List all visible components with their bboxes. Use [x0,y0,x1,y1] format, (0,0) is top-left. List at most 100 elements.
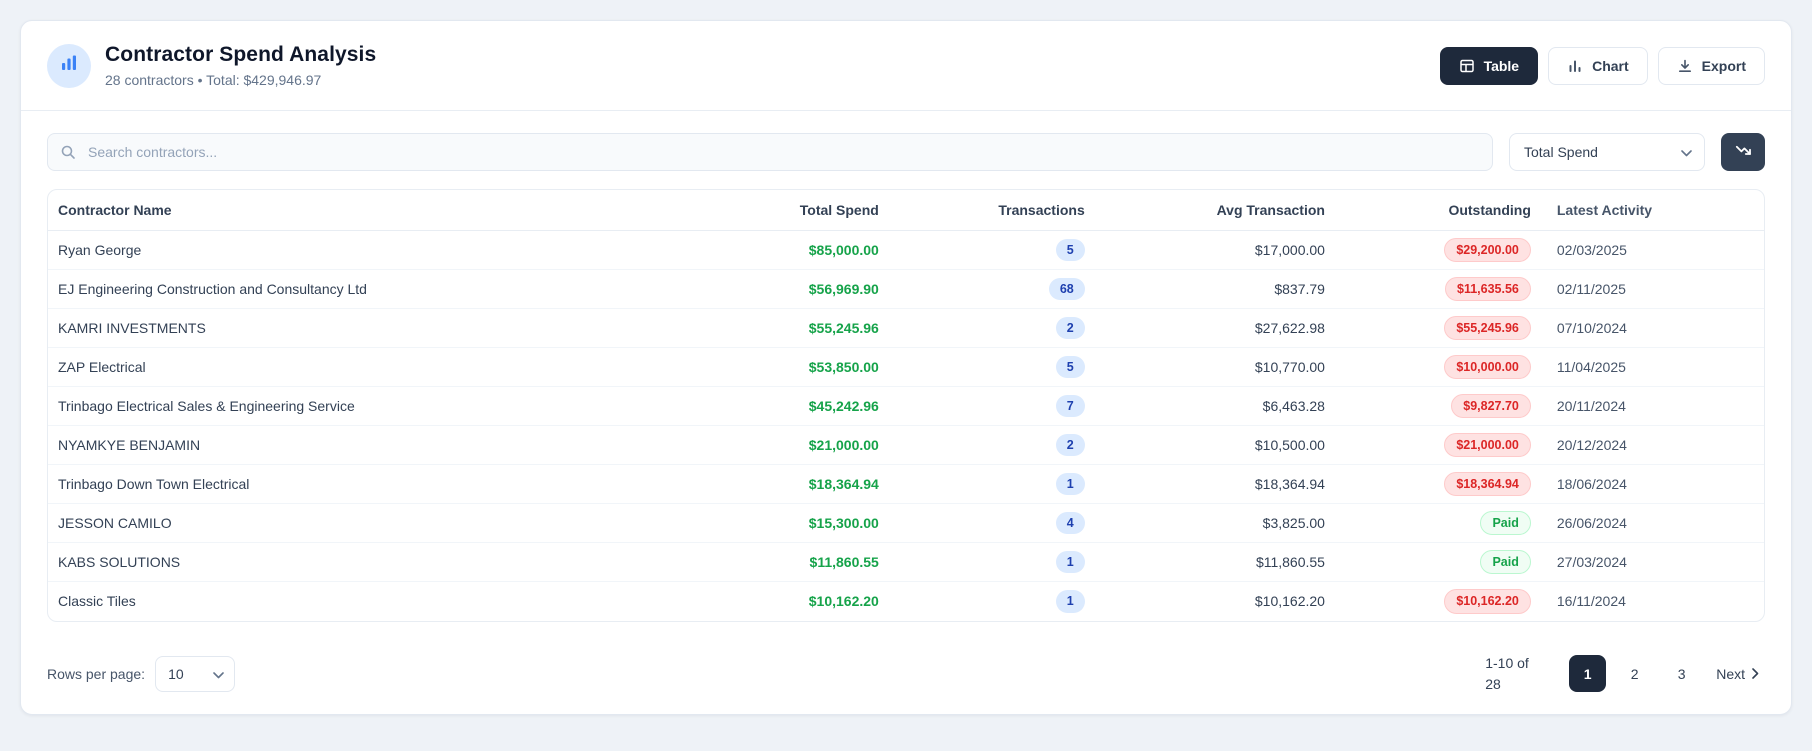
export-button[interactable]: Export [1657,46,1765,85]
outstanding-cell: $9,827.70 [1334,386,1541,426]
total-spend-cell: $11,860.55 [682,542,889,582]
latest-activity-cell: 27/03/2024 [1540,542,1764,582]
table-view-button[interactable]: Table [1439,46,1539,85]
outstanding-badge: $10,000.00 [1444,354,1531,380]
pagination: 1-10 of 28 1 2 3 Next [1485,653,1765,694]
avg-transaction-cell: $10,162.20 [1254,593,1325,610]
transactions-cell: 1 [888,464,1095,504]
table-row[interactable]: Trinbago Electrical Sales & Engineering … [48,386,1764,426]
avg-transaction-cell: $3,825.00 [1094,503,1335,543]
page-button-2[interactable]: 2 [1616,655,1653,692]
outstanding-badge: $18,364.94 [1444,471,1531,497]
column-header-transactions[interactable]: Transactions [888,190,1095,231]
total-spend-cell: $53,850.00 [682,347,889,387]
transaction-count-badge: 1 [1055,550,1085,574]
transaction-count-badge: 2 [1055,316,1085,340]
table-row[interactable]: KAMRI INVESTMENTS $55,245.96 2 $27,622.98 $5… [48,308,1764,348]
outstanding-badge: $55,245.96 [1444,315,1531,341]
contractor-name-cell: KABS SOLUTIONS [48,542,683,582]
transaction-count-badge: 1 [1055,590,1085,613]
outstanding-cell: Paid [1334,542,1541,582]
transaction-count-badge: 2 [1055,433,1085,457]
chart-view-button[interactable]: Chart [1548,46,1648,85]
chevron-right-icon [1752,666,1759,682]
transaction-count-badge: 5 [1055,238,1085,262]
rows-per-page: Rows per page: 10 [47,655,236,692]
total-spend-cell: $15,300.00 [682,503,889,543]
search-input[interactable] [47,133,1493,171]
latest-activity-cell: 16/11/2024 [1556,593,1626,610]
column-header-outstanding[interactable]: Outstanding [1334,190,1541,231]
bar-chart-icon [59,53,79,78]
outstanding-cell: $10,000.00 [1334,347,1541,387]
contractor-name-cell: Trinbago Electrical Sales & Engineering … [48,386,683,426]
table-row[interactable]: Classic Tiles $10,162.20 1 $10,162.20 $10,16… [48,582,1764,621]
sort-descending-icon [1735,142,1752,162]
page-button-3[interactable]: 3 [1663,655,1700,692]
latest-activity-cell: 02/03/2025 [1540,230,1764,270]
pagination-range: 1-10 of 28 [1485,655,1529,692]
transaction-count-badge: 5 [1055,355,1085,379]
outstanding-cell: $55,245.96 [1334,308,1541,348]
table-row[interactable]: NYAMKYE BENJAMIN $21,000.00 2 $10,500.00 $21… [48,425,1764,465]
avg-transaction-cell: $10,770.00 [1094,347,1335,387]
table-row[interactable]: Ryan George $85,000.00 5 $17,000.00 $29,200.… [48,230,1764,270]
column-header-avg-transaction[interactable]: Avg Transaction [1094,190,1335,231]
table-row[interactable]: ZAP Electrical $53,850.00 5 $10,770.00 $10,0… [48,347,1764,387]
avg-transaction-cell: $6,463.28 [1094,386,1335,426]
transactions-cell: 5 [888,347,1095,387]
table-row[interactable]: JESSON CAMILO $15,300.00 4 $3,825.00 Paid 26/… [48,503,1764,543]
card-header: Contractor Spend Analysis 28 contractors… [21,21,1791,111]
chevron-down-icon [213,666,224,682]
chart-icon [1567,58,1583,74]
total-spend-cell: $55,245.96 [682,308,889,348]
page-title: Contractor Spend Analysis [105,43,377,66]
sort-field-select[interactable]: Total Spend [1509,133,1705,171]
sort-direction-button[interactable] [1721,133,1765,171]
table-row[interactable]: EJ Engineering Construction and Consulta… [48,269,1764,309]
transactions-cell: 2 [888,308,1095,348]
outstanding-badge: $11,635.56 [1445,276,1531,302]
avg-transaction-cell: $17,000.00 [1094,230,1335,270]
avg-transaction-cell: $27,622.98 [1094,308,1335,348]
contractor-name-cell: NYAMKYE BENJAMIN [48,425,683,465]
next-label: Next [1716,665,1745,682]
table-row[interactable]: KABS SOLUTIONS $11,860.55 1 $11,860.55 Paid 2… [48,542,1764,582]
next-page-button[interactable]: Next [1710,666,1765,682]
sort-field-value: Total Spend [1524,144,1598,160]
latest-activity-cell: 20/11/2024 [1540,386,1764,426]
total-spend-cell: $10,162.20 [808,593,879,610]
contractor-name-cell: Classic Tiles [58,593,136,610]
transactions-cell: 5 [888,230,1095,270]
table-row[interactable]: Trinbago Down Town Electrical $18,364.94 1… [48,464,1764,504]
table-header-row: Contractor Name Total Spend Transactions… [48,190,1764,231]
contractor-name-cell: ZAP Electrical [48,347,683,387]
column-header-total-spend[interactable]: Total Spend [682,190,889,231]
outstanding-cell: $11,635.56 [1334,269,1541,309]
transactions-cell: 1 [889,582,1095,621]
total-spend-cell: $85,000.00 [682,230,889,270]
outstanding-cell: $21,000.00 [1334,425,1541,465]
contractor-spend-card: Contractor Spend Analysis 28 contractors… [20,20,1792,715]
latest-activity-cell: 20/12/2024 [1540,425,1764,465]
outstanding-cell: $10,162.20 [1335,582,1541,621]
controls-row: Total Spend [21,111,1791,189]
outstanding-cell: $29,200.00 [1334,230,1541,270]
outstanding-badge: $21,000.00 [1444,432,1531,458]
contractor-name-cell: JESSON CAMILO [48,503,683,543]
contractor-name-cell: Ryan George [48,230,683,270]
rows-per-page-select[interactable]: 10 [155,655,236,692]
page-button-1[interactable]: 1 [1569,655,1607,693]
total-spend-cell: $21,000.00 [682,425,889,465]
contractor-name-cell: EJ Engineering Construction and Consulta… [48,269,683,309]
contractor-table: Contractor Name Total Spend Transactions… [47,189,1765,622]
table-footer: Rows per page: 10 1-10 of 28 1 2 3 Next [21,633,1791,714]
analytics-icon-circle [47,43,91,88]
export-label: Export [1701,57,1746,74]
outstanding-cell: Paid [1334,503,1541,543]
download-icon [1677,58,1693,74]
total-spend-cell: $45,242.96 [682,386,889,426]
column-header-latest-activity[interactable]: Latest Activity [1540,190,1764,231]
column-header-contractor-name[interactable]: Contractor Name [48,190,683,231]
avg-transaction-cell: $11,860.55 [1094,542,1335,582]
